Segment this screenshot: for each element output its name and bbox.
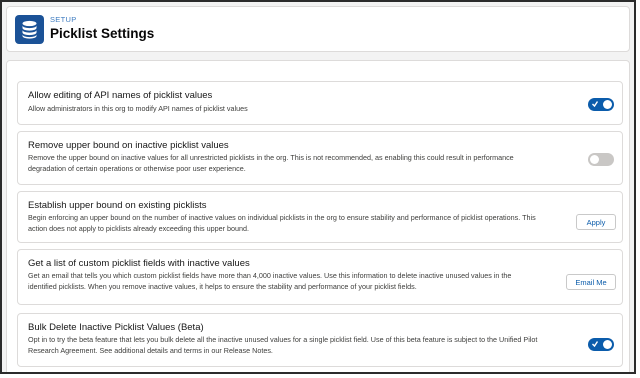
setting-description-line-2: identified picklists. When you remove in…	[28, 281, 417, 291]
setting-title: Allow editing of API names of picklist v…	[28, 90, 213, 101]
setting-card-bulk-delete-beta: Bulk Delete Inactive Picklist Values (Be…	[17, 313, 623, 367]
toggle-knob	[603, 340, 612, 349]
setup-window: SETUP Picklist Settings Allow editing of…	[0, 0, 636, 374]
email-me-button[interactable]: Email Me	[566, 274, 616, 290]
toggle-remove-upper-bound[interactable]	[588, 153, 614, 166]
setting-title: Bulk Delete Inactive Picklist Values (Be…	[28, 322, 204, 333]
setting-description-line-1: Opt in to try the beta feature that lets…	[28, 335, 538, 344]
setting-card-edit-api-names: Allow editing of API names of picklist v…	[17, 81, 623, 125]
setting-title: Remove upper bound on inactive picklist …	[28, 140, 229, 151]
setting-description-line-1: Get an email that tells you which custom…	[28, 271, 512, 280]
check-icon	[592, 341, 598, 348]
check-icon	[592, 101, 598, 108]
toggle-bulk-delete-beta[interactable]	[588, 338, 614, 351]
toggle-knob	[590, 155, 599, 164]
setting-description: Allow administrators in this org to modi…	[28, 104, 248, 113]
setting-description-line-1: Begin enforcing an upper bound on the nu…	[28, 213, 536, 222]
page-title: Picklist Settings	[50, 26, 155, 41]
setting-description-line-2: action does not apply to picklists alrea…	[28, 223, 249, 233]
setting-description-line-2: degradation of certain operations or oth…	[28, 163, 246, 173]
database-icon	[15, 15, 44, 44]
apply-button[interactable]: Apply	[576, 214, 616, 230]
setting-description-line-2: Research Agreement. See additional detai…	[28, 345, 273, 355]
page-header: SETUP Picklist Settings	[6, 6, 630, 52]
breadcrumb-setup: SETUP	[50, 15, 77, 24]
setting-card-remove-upper-bound: Remove upper bound on inactive picklist …	[17, 131, 623, 185]
setting-title: Establish upper bound on existing pickli…	[28, 200, 207, 211]
setting-card-inactive-values-report: Get a list of custom picklist fields wit…	[17, 249, 623, 305]
setting-description-line-1: Remove the upper bound on inactive value…	[28, 153, 514, 162]
toggle-edit-api-names[interactable]	[588, 98, 614, 111]
setting-card-establish-upper-bound: Establish upper bound on existing pickli…	[17, 191, 623, 243]
settings-panel: Allow editing of API names of picklist v…	[6, 60, 630, 372]
setting-title: Get a list of custom picklist fields wit…	[28, 258, 250, 269]
toggle-knob	[603, 100, 612, 109]
